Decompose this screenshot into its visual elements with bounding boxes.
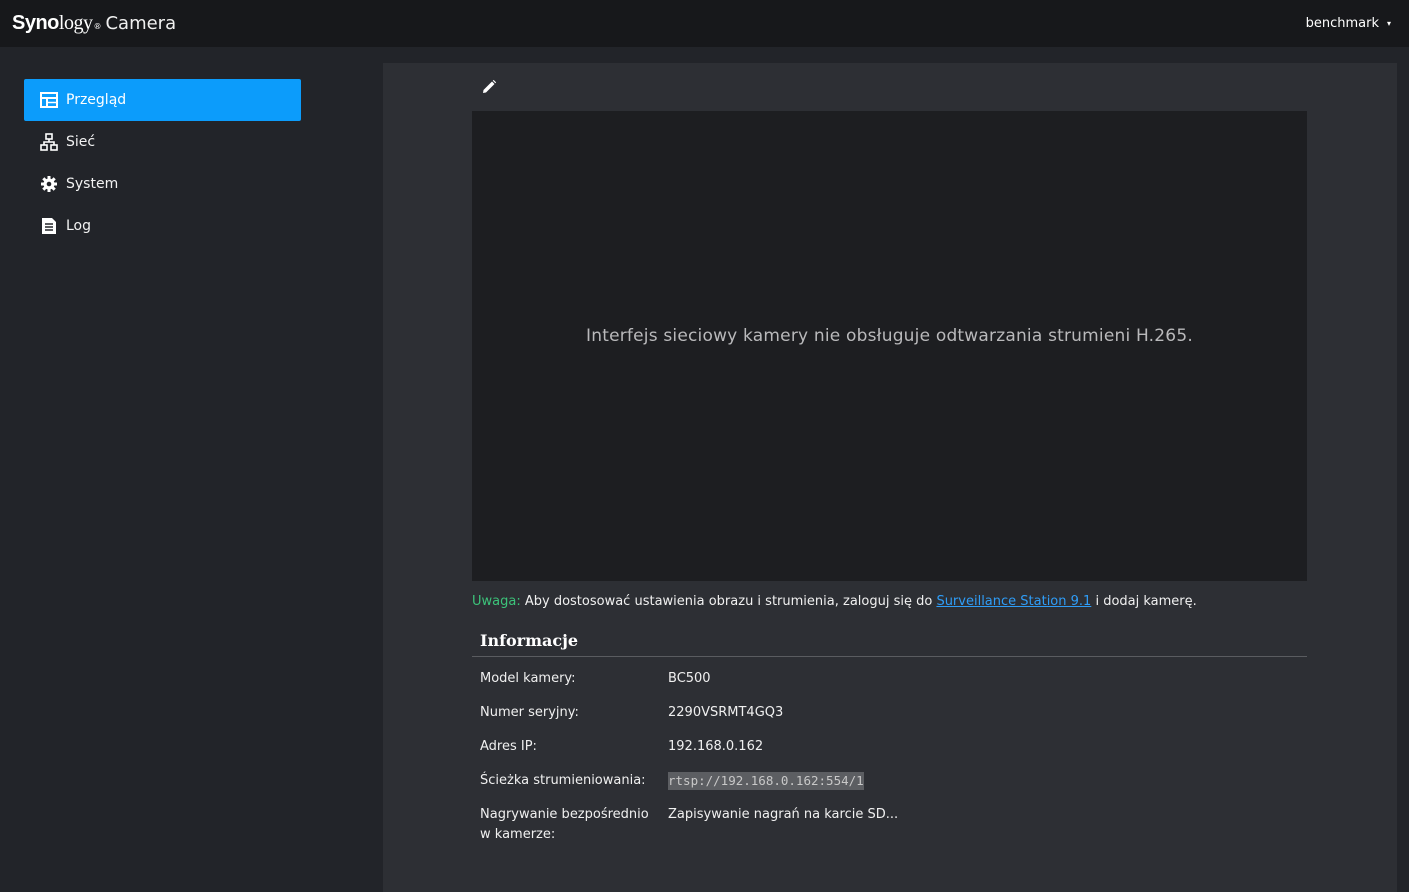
app-name: Camera	[105, 13, 177, 34]
note-text-before: Aby dostosować ustawienia obrazu i strum…	[520, 594, 937, 609]
info-label: Adres IP:	[480, 739, 537, 754]
info-value: Zapisywanie nagrań na karcie SD...	[668, 807, 899, 822]
sidebar-item-label: Przegląd	[66, 92, 127, 108]
sidebar-item-label: Sieć	[66, 134, 96, 150]
chevron-down-icon: ▾	[1386, 19, 1391, 28]
video-message: Interfejs sieciowy kamery nie obsługuje …	[586, 326, 1193, 346]
gear-icon	[40, 175, 58, 193]
app-logo: Syno logy ® Camera	[12, 12, 176, 35]
info-section-title: Informacje	[472, 631, 1307, 657]
info-value: 192.168.0.162	[668, 739, 764, 754]
video-preview: Interfejs sieciowy kamery nie obsługuje …	[472, 111, 1307, 581]
info-label: Numer seryjny:	[480, 705, 579, 720]
overview-icon	[40, 91, 58, 109]
brand-light: logy	[58, 12, 93, 34]
sidebar-item-network[interactable]: Sieć	[24, 121, 301, 163]
sidebar-item-system[interactable]: System	[24, 163, 301, 205]
main-panel: Interfejs sieciowy kamery nie obsługuje …	[383, 63, 1397, 892]
info-label: Nagrywanie bezpośrednio w kamerze:	[480, 807, 649, 842]
log-icon	[40, 217, 58, 235]
sidebar-item-overview[interactable]: Przegląd	[24, 79, 301, 121]
info-label: Ścieżka strumieniowania:	[480, 773, 646, 788]
info-value: 2290VSRMT4GQ3	[668, 705, 784, 720]
stream-path-value[interactable]: rtsp://192.168.0.162:554/1	[668, 772, 864, 790]
edit-icon[interactable]	[481, 79, 499, 97]
info-label: Model kamery:	[480, 671, 576, 686]
sidebar: Przegląd Sieć System Log	[0, 47, 383, 892]
user-name: benchmark	[1305, 16, 1379, 31]
sidebar-item-label: Log	[66, 218, 92, 234]
sidebar-item-label: System	[66, 176, 119, 192]
note-prefix: Uwaga:	[472, 594, 521, 609]
network-icon	[40, 133, 58, 151]
note-text: Uwaga: Aby dostosować ustawienia obrazu …	[472, 594, 1372, 609]
user-menu[interactable]: benchmark ▾	[1306, 16, 1391, 31]
brand-registered: ®	[93, 22, 102, 31]
note-text-after: i dodaj kamerę.	[1091, 594, 1197, 609]
sidebar-item-log[interactable]: Log	[24, 205, 301, 247]
info-value: BC500	[668, 671, 711, 686]
brand-bold: Syno	[12, 12, 59, 34]
surveillance-station-link[interactable]: Surveillance Station 9.1	[936, 594, 1091, 609]
top-bar: Syno logy ® Camera benchmark ▾	[0, 0, 1409, 47]
